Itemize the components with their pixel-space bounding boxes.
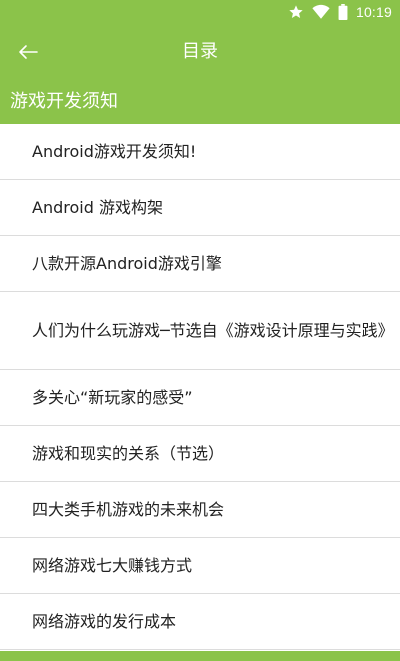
list-item[interactable]: 网络游戏的发行成本 [0, 594, 400, 650]
bottom-bar [0, 651, 400, 661]
app-bar: 目录 [0, 24, 400, 80]
back-button[interactable] [8, 32, 48, 72]
list-item[interactable]: 四大类手机游戏的未来机会 [0, 482, 400, 538]
list-item-label: Android游戏开发须知! [32, 141, 197, 161]
status-time: 10:19 [355, 4, 392, 20]
battery-icon [338, 4, 348, 20]
list-item[interactable]: 人们为什么玩游戏─节选自《游戏设计原理与实践》 [0, 292, 400, 370]
status-bar: 10:19 [0, 0, 400, 24]
list-item[interactable]: Android 游戏构架 [0, 180, 400, 236]
back-arrow-icon [19, 45, 38, 59]
chapter-list: Android游戏开发须知! Android 游戏构架 八款开源Android游… [0, 124, 400, 650]
list-item[interactable]: Android游戏开发须知! [0, 124, 400, 180]
list-item-label: 游戏和现实的关系（节选） [32, 443, 225, 463]
list-item-label: 人们为什么玩游戏─节选自《游戏设计原理与实践》 [32, 320, 394, 340]
list-item-label: Android 游戏构架 [32, 197, 163, 217]
list-item-label: 八款开源Android游戏引擎 [32, 253, 222, 273]
list-item[interactable]: 多关心“新玩家的感受” [0, 370, 400, 426]
status-icons: 10:19 [288, 0, 392, 24]
screen: 10:19 目录 游戏开发须知 Android游戏开发须知! Android 游… [0, 0, 400, 661]
list-item[interactable]: 八款开源Android游戏引擎 [0, 236, 400, 292]
list-item[interactable]: 游戏和现实的关系（节选） [0, 426, 400, 482]
star-icon [289, 5, 303, 18]
list-item[interactable]: 网络游戏七大赚钱方式 [0, 538, 400, 594]
list-item-label: 多关心“新玩家的感受” [32, 387, 193, 407]
list-item-label: 网络游戏七大赚钱方式 [32, 555, 193, 575]
wifi-icon [312, 4, 330, 19]
list-item-label: 网络游戏的发行成本 [32, 611, 177, 631]
section-header: 游戏开发须知 [0, 80, 400, 124]
list-item-label: 四大类手机游戏的未来机会 [32, 499, 225, 519]
page-title: 目录 [182, 41, 218, 62]
